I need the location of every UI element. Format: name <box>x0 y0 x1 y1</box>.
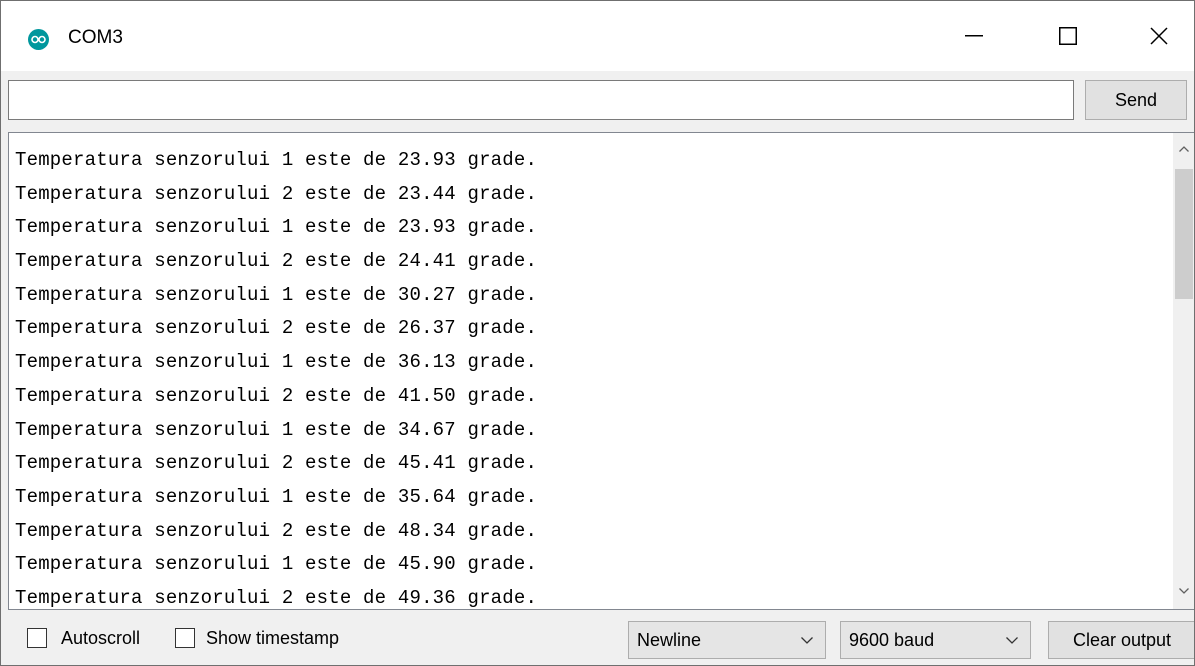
serial-monitor-window: COM3 Send Temperatura senzorului 1 este … <box>0 0 1195 666</box>
chevron-down-icon <box>1179 588 1189 594</box>
line-ending-select[interactable]: Newline <box>628 621 826 659</box>
bottom-bar: Autoscroll Show timestamp Newline 9600 b… <box>1 611 1194 665</box>
baud-rate-value: 9600 baud <box>849 630 935 650</box>
output-lines: Temperatura senzorului 1 este de 23.93 g… <box>15 144 1165 609</box>
autoscroll-checkbox[interactable] <box>27 628 47 648</box>
vertical-scrollbar[interactable] <box>1173 133 1194 609</box>
output-line: Temperatura senzorului 1 este de 30.27 g… <box>15 283 538 306</box>
autoscroll-label[interactable]: Autoscroll <box>61 628 140 649</box>
send-button[interactable]: Send <box>1085 80 1187 120</box>
close-button[interactable] <box>1129 1 1189 71</box>
output-line: Temperatura senzorului 1 este de 34.67 g… <box>15 418 538 441</box>
output-line: Temperatura senzorului 2 este de 24.41 g… <box>15 250 538 273</box>
minimize-button[interactable] <box>944 1 1004 71</box>
output-line: Temperatura senzorului 2 este de 41.50 g… <box>15 384 538 407</box>
line-ending-value: Newline <box>637 630 702 650</box>
output-line: Temperatura senzorului 1 este de 36.13 g… <box>15 351 538 374</box>
chevron-up-icon <box>1179 146 1189 152</box>
output-line: Temperatura senzorului 2 este de 26.37 g… <box>15 317 538 340</box>
chevron-down-icon <box>1006 637 1018 644</box>
output-line: Temperatura senzorului 2 este de 45.41 g… <box>15 452 538 475</box>
clear-output-button[interactable]: Clear output <box>1048 621 1194 659</box>
window-title: COM3 <box>68 27 123 48</box>
output-line: Temperatura senzorului 1 este de 45.90 g… <box>15 553 538 576</box>
show-timestamp-checkbox[interactable] <box>175 628 195 648</box>
maximize-icon <box>1059 27 1077 45</box>
show-timestamp-label[interactable]: Show timestamp <box>206 628 339 649</box>
output-line: Temperatura senzorului 2 este de 23.44 g… <box>15 182 538 205</box>
send-input[interactable] <box>8 80 1074 120</box>
scroll-thumb[interactable] <box>1175 169 1193 299</box>
arduino-icon <box>28 29 49 50</box>
scroll-up-button[interactable] <box>1173 133 1194 167</box>
output-line: Temperatura senzorului 1 este de 23.93 g… <box>15 216 538 239</box>
title-bar[interactable]: COM3 <box>1 1 1194 71</box>
output-line: Temperatura senzorului 1 este de 23.93 g… <box>15 149 538 171</box>
output-line: Temperatura senzorului 1 este de 35.64 g… <box>15 485 538 508</box>
baud-rate-select[interactable]: 9600 baud <box>840 621 1031 659</box>
output-line: Temperatura senzorului 2 este de 48.34 g… <box>15 519 538 542</box>
chevron-down-icon <box>801 637 813 644</box>
send-row: Send <box>1 71 1194 131</box>
minimize-icon <box>965 35 983 37</box>
output-line: Temperatura senzorului 2 este de 49.36 g… <box>15 586 538 609</box>
close-icon <box>1150 27 1168 45</box>
scroll-down-button[interactable] <box>1173 575 1194 609</box>
serial-output[interactable]: Temperatura senzorului 1 este de 23.93 g… <box>8 132 1194 610</box>
maximize-button[interactable] <box>1038 1 1098 71</box>
